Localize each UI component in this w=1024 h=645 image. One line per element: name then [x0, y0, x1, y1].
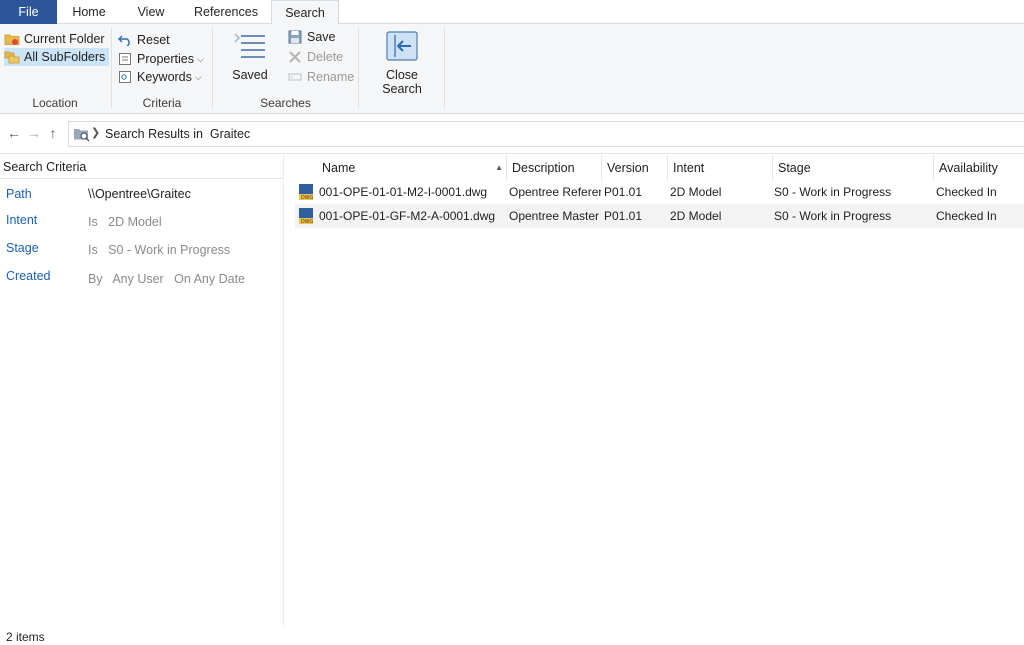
all-subfolders-option[interactable]: All SubFolders [4, 48, 110, 66]
save-icon [287, 29, 303, 45]
criteria-value: By Any User On Any Date [88, 272, 246, 286]
criteria-key[interactable]: Path [6, 187, 32, 201]
table-row[interactable]: DWG 001-OPE-01-GF-M2-A-0001.dwg Opentree… [295, 204, 1024, 228]
cell-description: Opentree Master D [509, 209, 601, 223]
cell-intent: 2D Model [670, 209, 722, 223]
criteria-row-path[interactable]: Path \\Opentree\Graitec [0, 187, 284, 207]
table-row[interactable]: DWG 001-OPE-01-01-M2-I-0001.dwg Opentree… [295, 180, 1024, 204]
saved-list-icon [232, 28, 268, 64]
criteria-group: Reset Properties ⌵ Keywords ⌵ Criteria [112, 24, 212, 114]
saved-label: Saved [232, 68, 268, 82]
undo-icon [117, 32, 133, 48]
column-header-description[interactable]: Description [507, 155, 602, 181]
saved-searches-button[interactable]: Saved [227, 28, 273, 82]
criteria-value: Is S0 - Work in Progress [88, 243, 231, 257]
cell-version: P01.01 [604, 185, 643, 199]
column-header-label: Name [322, 161, 356, 175]
back-arrow-icon[interactable]: ← [6, 125, 22, 141]
cell-version: P01.01 [604, 209, 643, 223]
up-arrow-icon[interactable]: ↑ [45, 125, 61, 141]
cell-description: Opentree Referenc [509, 185, 601, 199]
cell-name: 001-OPE-01-GF-M2-A-0001.dwg [319, 209, 496, 223]
current-folder-label: Current Folder [24, 32, 105, 46]
reset-label: Reset [137, 33, 170, 47]
svg-text:DWG: DWG [301, 195, 313, 201]
ribbon-tab-bar: File Home View References Search [0, 0, 1024, 25]
criteria-key[interactable]: Intent [6, 213, 37, 227]
criteria-key[interactable]: Stage [6, 241, 39, 255]
cell-name: 001-OPE-01-01-M2-I-0001.dwg [319, 185, 488, 199]
item-count: 2 items [6, 630, 45, 644]
properties-dropdown[interactable]: Properties ⌵ [117, 50, 204, 68]
keywords-dropdown[interactable]: Keywords ⌵ [117, 68, 202, 86]
rename-search-button[interactable]: Rename [287, 68, 354, 86]
status-bar: 2 items [0, 627, 1024, 645]
criteria-value: \\Opentree\Graitec [88, 187, 191, 201]
dwg-file-icon: DWG [298, 183, 314, 201]
tab-references[interactable]: References [184, 0, 268, 24]
column-header-availability[interactable]: Availability [934, 155, 1024, 181]
cell-intent: 2D Model [670, 185, 722, 199]
criteria-key[interactable]: Created [6, 269, 50, 283]
delete-search-button[interactable]: Delete [287, 48, 343, 66]
column-header-intent[interactable]: Intent [668, 155, 773, 181]
dwg-file-icon: DWG [298, 207, 314, 225]
close-search-group: Close Search [359, 24, 444, 114]
reset-button[interactable]: Reset [117, 31, 170, 49]
save-label: Save [307, 30, 336, 44]
chevron-right-icon[interactable]: ❯ [91, 126, 100, 139]
location-group-label: Location [32, 96, 78, 110]
chevron-down-icon: ⌵ [194, 72, 202, 82]
sort-ascending-icon: ▲ [495, 163, 503, 172]
cell-stage: S0 - Work in Progress [774, 209, 892, 223]
column-header-version[interactable]: Version [602, 155, 668, 181]
criteria-value: Is 2D Model [88, 215, 162, 229]
close-search-icon [384, 28, 420, 64]
criteria-row-created[interactable]: Created By Any User On Any Date [0, 269, 284, 289]
keywords-icon [117, 69, 133, 85]
delete-icon [287, 49, 303, 65]
keywords-label: Keywords [137, 70, 192, 84]
all-subfolders-label: All SubFolders [24, 50, 106, 64]
current-folder-option[interactable]: Current Folder [4, 30, 105, 48]
forward-arrow-icon[interactable]: → [26, 125, 42, 141]
tab-home[interactable]: Home [60, 0, 118, 24]
address-path: Search Results in Graitec [105, 127, 251, 141]
criteria-row-intent[interactable]: Intent Is 2D Model [0, 213, 284, 233]
tab-view[interactable]: View [122, 0, 180, 24]
rename-label: Rename [307, 70, 355, 84]
svg-text:DWG: DWG [301, 219, 313, 225]
searches-group: Saved Save Delete Rename Searches [213, 24, 358, 114]
ribbon: Current Folder All SubFolders Location R… [0, 24, 1024, 114]
criteria-group-label: Criteria [142, 96, 182, 110]
rename-icon [287, 69, 303, 85]
cell-availability: Checked In [936, 209, 997, 223]
column-header-name[interactable]: Name ▲ [317, 155, 507, 181]
properties-label: Properties [137, 52, 194, 66]
searches-group-label: Searches [260, 96, 311, 110]
chevron-down-icon: ⌵ [196, 54, 204, 64]
folder-icon [4, 31, 20, 47]
column-header-stage[interactable]: Stage [773, 155, 934, 181]
cell-availability: Checked In [936, 185, 997, 199]
properties-icon [117, 51, 133, 67]
cell-stage: S0 - Work in Progress [774, 185, 892, 199]
address-bar[interactable]: ❯ Search Results in Graitec [68, 121, 1024, 147]
search-folder-icon [73, 126, 91, 142]
navigation-bar: ← → ↑ ❯ Search Results in Graitec [0, 114, 1024, 154]
location-group: Current Folder All SubFolders Location [0, 24, 110, 114]
tab-file[interactable]: File [0, 0, 57, 24]
delete-label: Delete [307, 50, 344, 64]
tab-search[interactable]: Search [271, 0, 339, 25]
search-criteria-pane: Search Criteria Path \\Opentree\Graitec … [0, 155, 284, 627]
close-search-button[interactable]: Close Search [365, 28, 439, 96]
search-results-list: Name ▲ Description Version Intent Stage … [285, 155, 1024, 627]
close-search-label: Close Search [382, 68, 422, 96]
group-divider [444, 28, 445, 108]
search-criteria-header: Search Criteria [0, 155, 284, 179]
save-search-button[interactable]: Save [287, 28, 336, 46]
criteria-row-stage[interactable]: Stage Is S0 - Work in Progress [0, 241, 284, 261]
folders-icon [4, 49, 20, 65]
